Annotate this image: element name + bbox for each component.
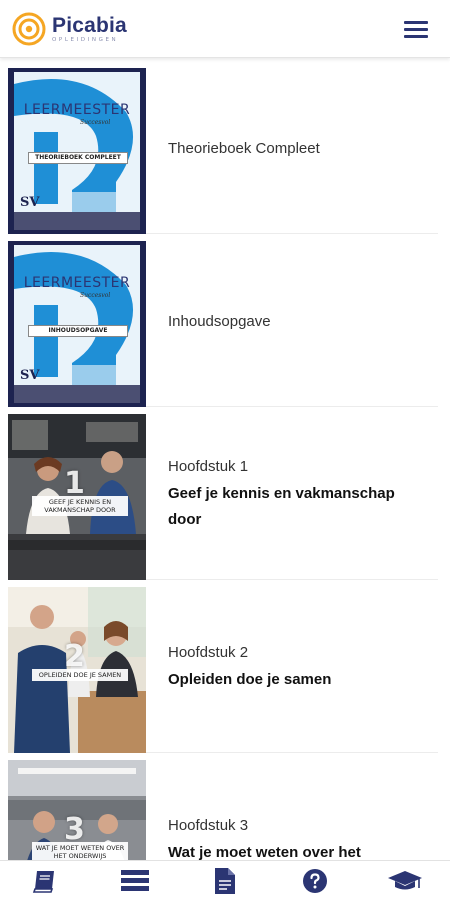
list-item-inhoudsopgave[interactable]: LEERMEESTER Succesvol INHOUDSOPGAVE SV I… (8, 235, 438, 407)
chapter-list: LEERMEESTER Succesvol THEORIEBOEK COMPLE… (0, 62, 450, 860)
item-title: Theorieboek Compleet (168, 139, 320, 157)
item-subtitle: Opleiden doe je samen (168, 670, 332, 688)
list-item-hoofdstuk-2[interactable]: 2 OPLEIDEN DOE JE SAMEN Hoofdstuk 2 Ople… (8, 581, 438, 753)
cover-brand-sub: Succesvol (80, 292, 111, 299)
nav-help-button[interactable] (295, 864, 335, 898)
top-app-bar: Picabia OPLEIDINGEN (0, 0, 450, 58)
item-title: Hoofdstuk 3 (168, 816, 249, 834)
photo-caption: OPLEIDEN DOE JE SAMEN (32, 669, 128, 681)
nav-graduation-button[interactable] (385, 864, 425, 898)
cover-label: INHOUDSOPGAVE (28, 325, 128, 337)
brand-tagline: OPLEIDINGEN (52, 36, 119, 43)
picabia-logo[interactable]: Picabia OPLEIDINGEN (12, 12, 127, 46)
nav-list-button[interactable] (115, 864, 155, 898)
item-subtitle: Geef je kennis en vakmanschap door (168, 484, 395, 528)
item-title: Inhoudsopgave (168, 312, 271, 330)
brand-name: Picabia (52, 13, 127, 37)
cover-label: THEORIEBOEK COMPLEET (28, 152, 128, 164)
cover-monogram: SV (20, 195, 40, 210)
item-title: Hoofdstuk 2 (168, 643, 249, 661)
document-icon (215, 867, 235, 894)
list-icon (121, 869, 149, 891)
book-icon (32, 870, 54, 893)
nav-book-button[interactable] (25, 864, 65, 898)
photo-caption: GEEF JE KENNIS EN VAKMANSCHAP DOOR (32, 496, 128, 516)
bottom-navigation (0, 860, 450, 900)
cover-monogram: SV (20, 368, 40, 383)
photo-caption: WAT JE MOET WETEN OVER HET ONDERWIJS (32, 842, 128, 860)
item-subtitle: Wat je moet weten over het (168, 843, 361, 861)
list-item-hoofdstuk-3[interactable]: 3 WAT JE MOET WETEN OVER HET ONDERWIJS H… (8, 754, 438, 860)
book-cover-thumbnail: LEERMEESTER Succesvol INHOUDSOPGAVE SV (8, 241, 146, 407)
logo-mark-icon (12, 12, 46, 46)
chapter-photo-thumbnail: 3 WAT JE MOET WETEN OVER HET ONDERWIJS (8, 760, 146, 860)
chapter-photo-thumbnail: 1 GEEF JE KENNIS EN VAKMANSCHAP DOOR (8, 414, 146, 580)
item-title: Hoofdstuk 1 (168, 457, 249, 475)
list-item-theorieboek[interactable]: LEERMEESTER Succesvol THEORIEBOEK COMPLE… (8, 62, 438, 234)
list-item-hoofdstuk-1[interactable]: 1 GEEF JE KENNIS EN VAKMANSCHAP DOOR Hoo… (8, 408, 438, 580)
book-cover-thumbnail: LEERMEESTER Succesvol THEORIEBOEK COMPLE… (8, 68, 146, 234)
cover-brand: LEERMEESTER (23, 275, 131, 291)
nav-document-button[interactable] (205, 864, 245, 898)
help-icon (303, 868, 327, 893)
graduation-cap-icon (388, 870, 422, 889)
cover-brand-sub: Succesvol (80, 119, 111, 126)
hamburger-menu-icon[interactable] (404, 18, 428, 38)
chapter-photo-thumbnail: 2 OPLEIDEN DOE JE SAMEN (8, 587, 146, 753)
cover-brand: LEERMEESTER (23, 102, 131, 118)
